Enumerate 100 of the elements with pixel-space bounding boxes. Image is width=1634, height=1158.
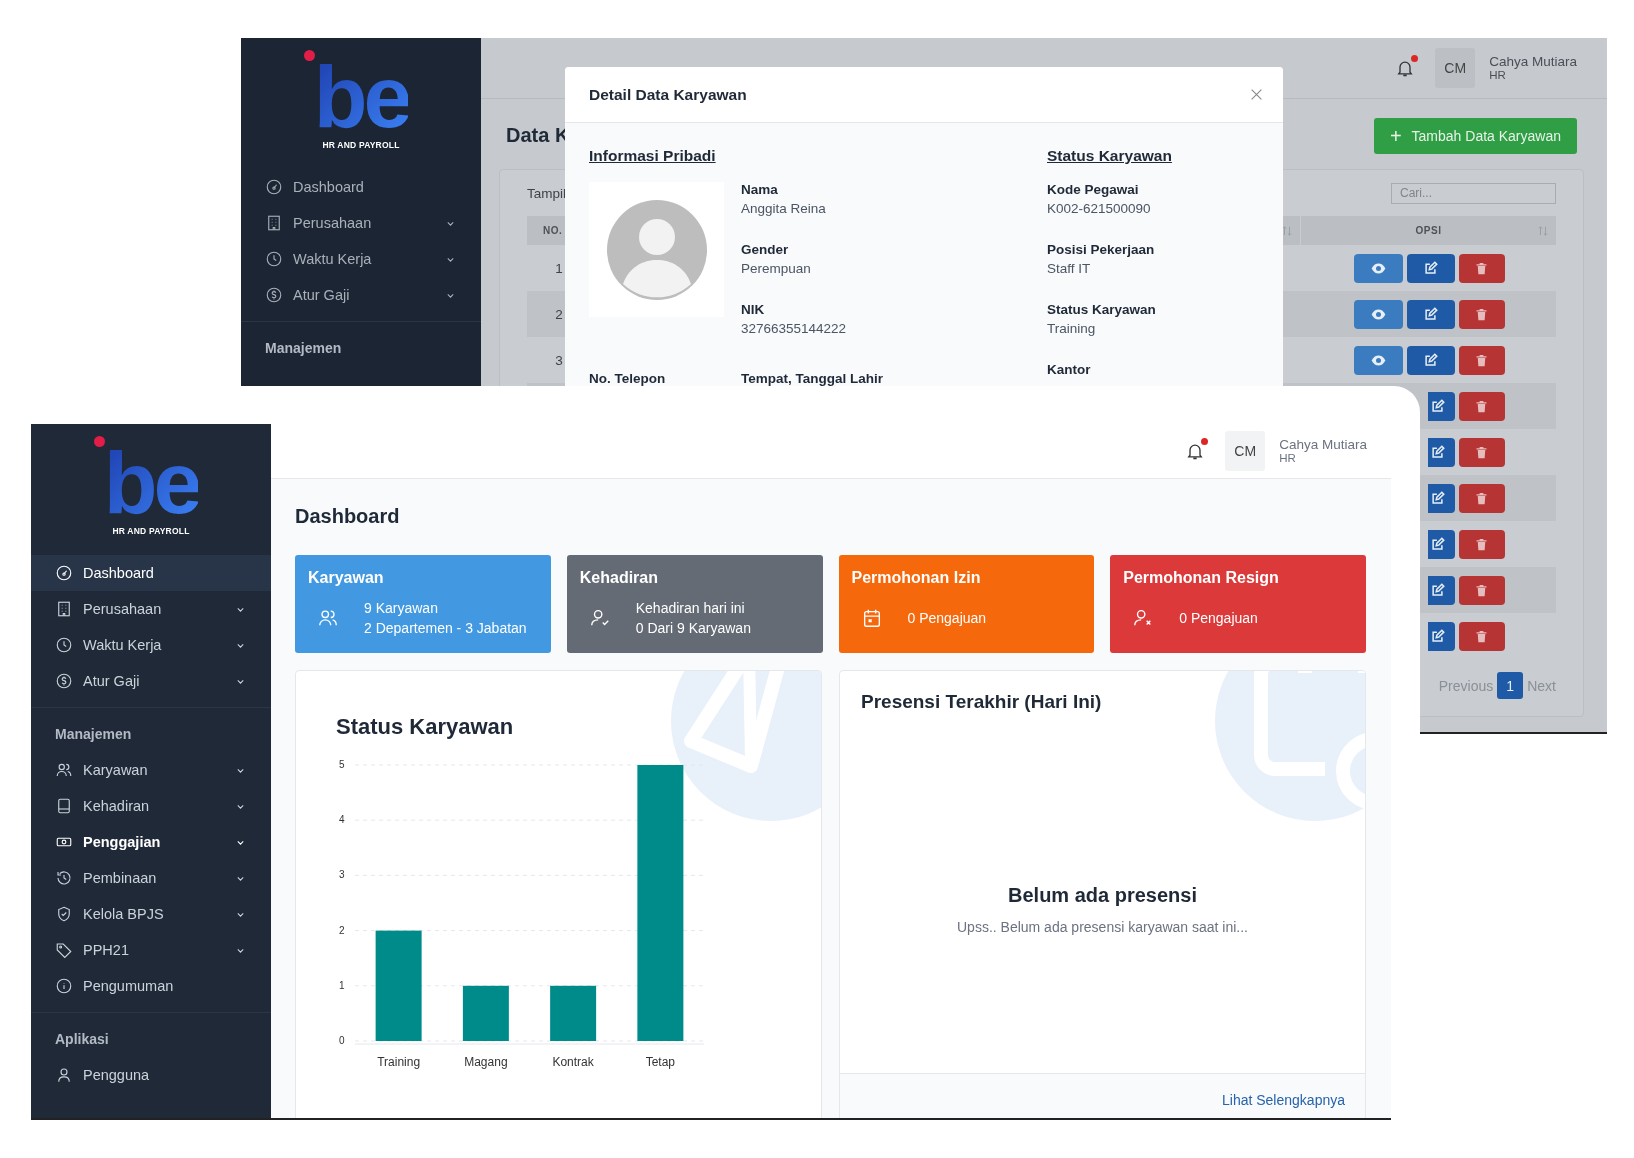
sidebar-item[interactable]: Dashboard [241,169,481,205]
sidebar-item[interactable]: Pengumuman [31,968,271,1004]
trash-icon [1474,582,1489,598]
edit-icon [1429,536,1445,552]
delete-button[interactable] [1458,391,1505,421]
dollar-icon [265,286,283,304]
card-text: Kehadiran hari ini [635,600,746,616]
edit-button[interactable] [1427,483,1455,513]
sidebar-item[interactable]: Pengguna [31,1057,271,1093]
avatar[interactable]: CM [1225,431,1266,471]
edit-button[interactable] [1427,391,1455,421]
axis-label: 4 [339,814,345,826]
shield-check-icon [55,905,73,923]
page-title: Dashboard [295,505,401,529]
sidebar-item[interactable]: Dashboard [31,555,271,591]
sidebar-item[interactable]: Waktu Kerja [241,241,481,277]
axis-label: 0 [339,1035,345,1046]
field-value: 32766355144222 [741,321,848,336]
see-more-link[interactable]: Lihat Selengkapnya [1222,1092,1345,1110]
edit-button[interactable] [1427,621,1455,651]
delete-button[interactable] [1458,345,1505,375]
close-icon[interactable] [1250,88,1263,101]
delete-button[interactable] [1458,621,1505,651]
sidebar-item[interactable]: Kelola BPJS [31,896,271,932]
delete-button[interactable] [1458,253,1505,283]
users-icon [55,761,73,779]
field-label: Nama [741,182,779,197]
panel-title: Presensi Terakhir (Hari Ini) [861,691,1103,713]
field-value: Staff IT [1047,261,1092,276]
gauge-icon [55,564,73,582]
clock-icon [55,636,73,654]
edit-icon [1429,398,1445,414]
tablet-icon [55,797,73,815]
view-button[interactable] [1353,253,1403,283]
card-text: 0 Pengajuan [907,610,987,626]
history-icon [55,869,73,887]
card-title: Kehadiran [579,569,659,587]
user-role: HR [1279,452,1297,466]
stat-card[interactable]: Permohonan Resign 0 Pengajuan [1110,555,1366,653]
axis-label: Magang [464,1055,508,1069]
sort-icon[interactable] [1282,224,1292,237]
logo-caption: HR AND PAYROLL [322,140,400,151]
edit-button[interactable] [1427,437,1455,467]
avatar[interactable]: CM [1435,48,1476,88]
trash-icon [1474,536,1489,552]
axis-label: 1 [339,979,345,991]
section-title: Manajemen [54,725,133,744]
chart-title: Status Karyawan [336,714,515,740]
section-title: Manajemen [264,339,343,358]
edit-button[interactable] [1406,253,1455,283]
delete-button[interactable] [1458,529,1505,559]
sidebar-item[interactable]: Atur Gaji [241,277,481,313]
edit-button[interactable] [1406,345,1455,375]
search-field[interactable]: Cari... [1391,182,1556,204]
card-text: 9 Karyawan [364,600,439,616]
edit-icon [1429,582,1445,598]
sidebar-item[interactable]: Penggajian [31,824,271,860]
sidebar-item[interactable]: PPH21 [31,932,271,968]
sidebar-item[interactable]: Kehadiran [31,788,271,824]
field-value: K002-621500090 [1047,201,1152,216]
sidebar-item[interactable]: Perusahaan [31,591,271,627]
sidebar-item[interactable]: Karyawan [31,752,271,788]
edit-button[interactable] [1427,575,1455,605]
trash-icon [1474,628,1489,644]
axis-label: 5 [339,759,345,770]
delete-button[interactable] [1458,299,1505,329]
section-title: Aplikasi [54,1030,110,1049]
field-label: No. Telepon [589,371,667,386]
edit-button[interactable] [1427,529,1455,559]
chart-bar [462,985,509,1041]
edit-button[interactable] [1406,299,1455,329]
field-label: Kode Pegawai [1047,182,1140,197]
edit-icon [1423,260,1438,276]
field-label: NIK [741,302,766,317]
chart-bar [550,985,597,1041]
row-number: 2 [555,306,563,322]
sidebar-item[interactable]: Perusahaan [241,205,481,241]
edit-icon [1423,352,1438,368]
user-icon [55,1066,73,1084]
view-button[interactable] [1353,345,1403,375]
column-header[interactable]: OPSI [1415,225,1442,236]
stat-card[interactable]: Kehadiran Kehadiran hari ini 0 Dari 9 Karyawan [566,555,823,653]
building-icon [55,600,73,618]
sidebar-item[interactable]: Pembinaan [31,860,271,896]
view-button[interactable] [1353,299,1403,329]
field-label: Kantor [1047,362,1092,377]
axis-label: 2 [339,924,345,936]
edit-icon [1429,444,1445,460]
card-text: 0 Pengajuan [1179,610,1258,626]
trash-icon [1474,352,1489,368]
delete-button[interactable] [1458,437,1505,467]
card-title: Karyawan [308,569,385,587]
building-icon [265,214,283,232]
delete-button[interactable] [1458,483,1505,513]
delete-button[interactable] [1458,575,1505,605]
modal-title: Detail Data Karyawan [589,85,747,104]
sidebar-item[interactable]: Atur Gaji [31,663,271,699]
page-button[interactable]: 1 [1497,672,1524,699]
sidebar-item[interactable]: Waktu Kerja [31,627,271,663]
edit-icon [1429,490,1445,506]
